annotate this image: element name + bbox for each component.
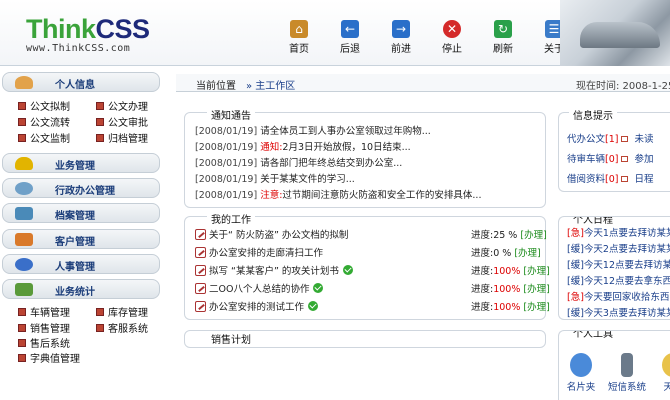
sidebar-item-dictionary[interactable]: 字典值管理 [18,350,80,365]
notice-row[interactable]: [2008/01/19] 注意:过节期间注意防火防盗和安全工作的安排具体... [195,187,481,201]
weather-icon [662,353,670,377]
sidebar-section-business[interactable]: 业务管理 [2,153,160,173]
info-row[interactable]: 待审车辆[0] 参加 [567,151,654,165]
check-icon [342,265,353,275]
notice-row[interactable]: [2008/01/19] 关于某某文件的学习... [195,171,355,185]
person-icon [15,76,33,89]
work-row: 办公室安排的测试工作 进度:100% [办理] [195,299,551,313]
pencil-icon [195,265,206,276]
schedule-row[interactable]: [缓]今天12点要去拜访某某 [567,257,670,271]
forward-arrow-icon: → [392,20,410,38]
sidebar-section-admin-office[interactable]: 行政办公管理 [2,178,160,198]
sidebar-section-stats[interactable]: 业务统计 [2,279,160,299]
check-icon [308,301,319,311]
refresh-button[interactable]: ↻ 刷新 [485,20,521,55]
tools-panel: 个人工具 名片夹 短信系统 天气 [558,330,670,400]
weather-tool[interactable]: 天气 [653,353,670,393]
notice-row[interactable]: [2008/01/19] 请全体员工到人事办公室领取过年购物... [195,123,431,137]
my-work-panel: 我的工作 关于“ 防火防盗” 办公文档的拟制 进度:25 % [办理] 办公室安… [184,211,550,320]
sidebar-item-doc-approve[interactable]: 公文审批 [96,114,148,129]
work-row: 拟写 “某某客户” 的攻关计划书 进度:100% [办理] [195,263,551,277]
handle-button[interactable]: [办理] [520,230,546,241]
pencil-icon [195,247,206,258]
sidebar-item-archive[interactable]: 归档管理 [96,130,148,145]
sidebar-item-doc-draft[interactable]: 公文拟制 [18,98,70,113]
breadcrumb-current[interactable]: » 主工作区 [246,77,295,92]
sidebar-section-personal[interactable]: 个人信息 [2,72,160,92]
notice-row[interactable]: [2008/01/19] 通知:2月3日开始放假，10日结束... [195,139,411,153]
sidebar-item-doc-supervise[interactable]: 公文监制 [18,130,70,145]
stats-icon [15,283,33,296]
phone-icon [15,182,33,195]
handle-button[interactable]: [办理] [523,284,549,295]
sidebar-item-inventory[interactable]: 库存管理 [96,304,148,319]
notice-row[interactable]: [2008/01/19] 请各部门把年终总结交到办公室... [195,155,402,169]
forward-button[interactable]: → 前进 [383,20,419,55]
sidebar-section-archive[interactable]: 档案管理 [2,203,160,223]
sidebar: 个人信息 公文拟制 公文办理 公文流转 公文审批 公文监制 归档管理 业务管理 … [0,70,162,398]
schedule-row[interactable]: [缓]今天2点要去拜访某某 [567,241,670,255]
home-icon: ⌂ [290,20,308,38]
pencil-icon [195,229,206,240]
work-row: 办公室安排的走廊清扫工作 进度:0 % [办理] [195,245,551,259]
schedule-row[interactable]: [缓]今天3点要去拜访某某 [567,305,670,319]
stop-button[interactable]: ✕ 停止 [434,20,470,55]
breadcrumb: 当前位置 » 主工作区 现在时间: 2008-1-25 1 [176,74,670,92]
sidebar-item-aftersales[interactable]: 售后系统 [18,335,70,350]
car-icon [15,157,33,170]
info-title: 信息提示 [569,107,617,122]
car-banner-image [560,0,670,66]
logo-css: CSS [95,14,151,44]
breadcrumb-label: 当前位置 [196,81,236,92]
back-arrow-icon: ← [341,20,359,38]
current-time: 现在时间: 2008-1-25 1 [576,81,670,92]
sidebar-item-service[interactable]: 客服系统 [96,320,148,335]
logo-think: Think [26,14,96,44]
schedule-row[interactable]: [急]今天要回家收拾东西 [567,289,669,303]
pencil-icon [195,301,206,312]
back-button[interactable]: ← 后退 [332,20,368,55]
notice-panel: 通知通告 [2008/01/19] 请全体员工到人事办公室领取过年购物... [… [184,107,546,208]
mail-icon [621,176,629,182]
sidebar-item-doc-handle[interactable]: 公文办理 [96,98,148,113]
mail-icon [621,136,629,142]
work-row: 二OO八个人总结的协作 进度:100% [办理] [195,281,551,295]
handle-button[interactable]: [办理] [514,248,540,259]
sidebar-section-hr[interactable]: 人事管理 [2,254,160,274]
info-row[interactable]: 借阅资料[0] 日程 [567,171,654,185]
schedule-row[interactable]: [缓]今天12点要去拿东西 [567,273,670,287]
sales-plan-title: 销售计划 [207,331,255,346]
refresh-icon: ↻ [494,20,512,38]
handle-button[interactable]: [办理] [523,266,549,277]
sidebar-item-vehicle[interactable]: 车辆管理 [18,304,70,319]
stop-icon: ✕ [443,20,461,38]
sidebar-item-sales[interactable]: 销售管理 [18,320,70,335]
notice-title: 通知通告 [207,107,255,122]
home-button[interactable]: ⌂ 首页 [281,20,317,55]
pencil-icon [195,283,206,294]
check-icon [313,283,324,293]
sidebar-item-doc-flow[interactable]: 公文流转 [18,114,70,129]
work-row: 关于“ 防火防盗” 办公文档的拟制 进度:25 % [办理] [195,227,551,241]
people-icon [15,258,33,271]
sidebar-section-customer[interactable]: 客户管理 [2,229,160,249]
schedule-panel: 个人日程 [急]今天1点要去拜访某某 [缓]今天2点要去拜访某某 [缓]今天12… [558,216,670,320]
business-card-icon [570,353,592,377]
mail-icon [621,156,629,162]
handle-button[interactable]: [办理] [523,302,549,313]
sms-tool[interactable]: 短信系统 [607,353,647,393]
logo[interactable]: ThinkCSS www.ThinkCSS.com [26,14,150,54]
schedule-row[interactable]: [急]今天1点要去拜访某某 [567,225,670,239]
header-bar: ThinkCSS www.ThinkCSS.com ⌂ 首页 ← 后退 → 前进 ✕ 停… [0,0,670,66]
main-area: 当前位置 » 主工作区 现在时间: 2008-1-25 1 通知通告 [2008… [176,74,670,400]
customer-icon [15,233,33,246]
archive-icon [15,207,33,220]
sms-phone-icon [621,353,633,377]
tools-title: 个人工具 [569,331,617,340]
business-card-tool[interactable]: 名片夹 [561,353,601,393]
info-panel: 信息提示 代办公文[1] 未读 待审车辆[0] 参加 借阅资料[0] 日程 [558,107,670,192]
info-row[interactable]: 代办公文[1] 未读 [567,131,654,145]
my-work-title: 我的工作 [207,211,255,226]
sales-plan-panel: 销售计划 [184,330,546,348]
